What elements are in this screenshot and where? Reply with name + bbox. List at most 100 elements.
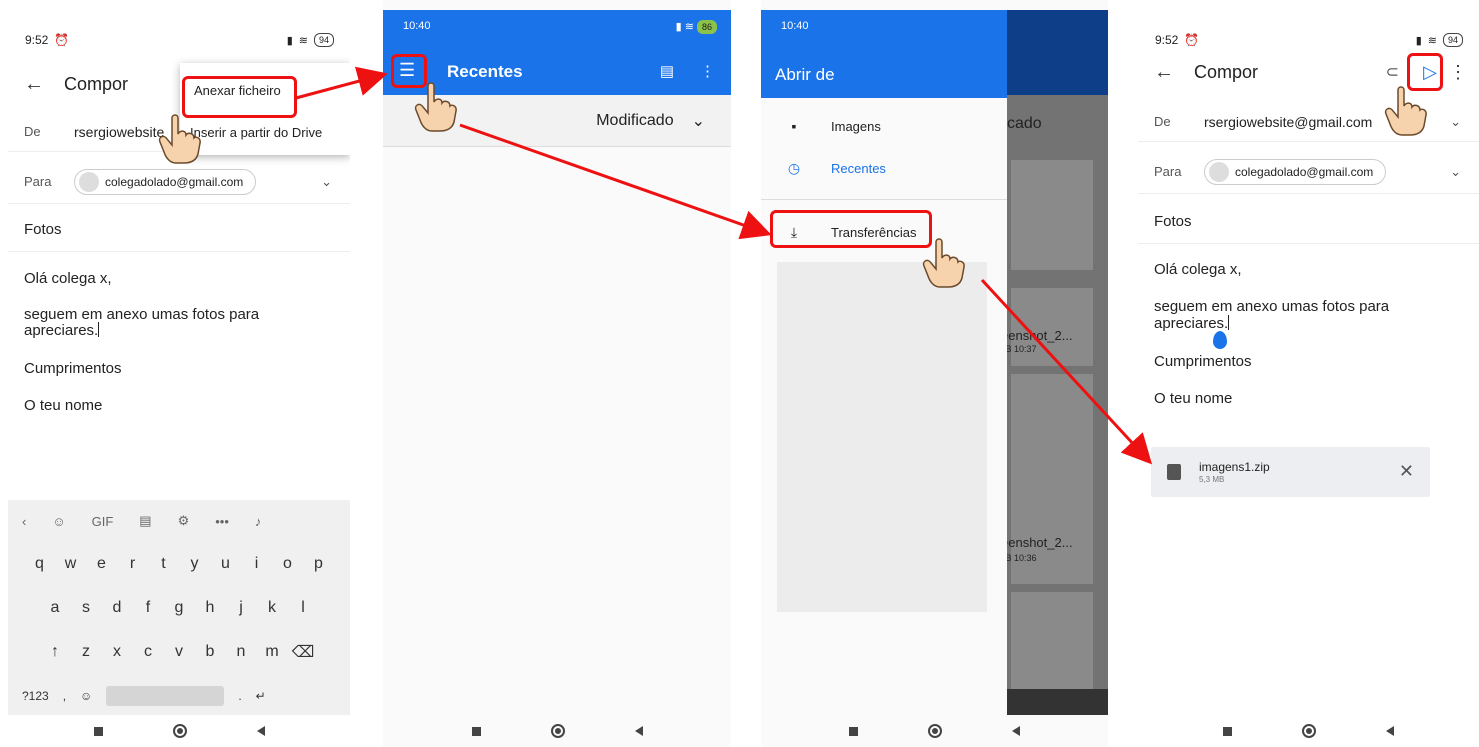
mic-icon[interactable]: ♪: [255, 514, 262, 529]
appbar-tools: ▤ ⋮: [660, 62, 715, 80]
numeric-key[interactable]: ?123: [22, 689, 49, 703]
drawer-item-recents[interactable]: ◷ Recentes: [761, 148, 1007, 188]
key[interactable]: u: [210, 555, 241, 573]
bg-file-name: eenshot_2...: [1001, 328, 1073, 343]
drawer-title: Abrir de: [775, 65, 835, 84]
pointing-hand-icon: [1384, 86, 1427, 136]
key[interactable]: m: [257, 643, 288, 661]
key[interactable]: r: [117, 555, 148, 573]
key[interactable]: v: [164, 643, 195, 661]
attachment-card[interactable]: imagens1.zip 5,3 MB ✕: [1151, 447, 1430, 497]
from-value[interactable]: rsergiowebsite@gmail.com: [1204, 114, 1372, 130]
cursor-handle[interactable]: [1213, 331, 1227, 349]
back-nav-icon[interactable]: [256, 726, 265, 736]
backspace-icon[interactable]: ⌫: [288, 642, 319, 662]
sort-label[interactable]: Modificado: [596, 112, 673, 130]
key[interactable]: a: [40, 599, 71, 617]
keyboard-row-4: ?123 , ☺ . ↵: [8, 674, 350, 718]
key[interactable]: c: [133, 643, 164, 661]
paperclip-icon[interactable]: ⊂: [1386, 62, 1399, 82]
wifi-icon: ≋: [1427, 34, 1437, 47]
drawer-item-label: Imagens: [831, 118, 881, 134]
attachment-info: imagens1.zip 5,3 MB: [1199, 460, 1270, 484]
body-line-1: seguem em anexo umas fotos para: [24, 306, 260, 323]
body-line-2: apreciares.: [1154, 315, 1463, 332]
clipboard-icon[interactable]: ▤: [139, 513, 151, 529]
recents-nav-icon[interactable]: [471, 726, 481, 736]
subject-row[interactable]: Fotos: [1138, 200, 1479, 244]
recents-nav-icon[interactable]: [849, 726, 858, 736]
key[interactable]: n: [226, 643, 257, 661]
to-row: Para colegadolado@gmail.com ⌄: [1138, 150, 1479, 194]
key[interactable]: j: [226, 599, 257, 617]
bg-file-card: [1011, 160, 1093, 270]
home-nav-icon[interactable]: [928, 724, 942, 738]
home-nav-icon[interactable]: [550, 724, 565, 738]
from-value[interactable]: rsergiowebsite: [74, 124, 164, 140]
alarm-icon: ⏰: [1184, 33, 1200, 47]
key[interactable]: f: [133, 599, 164, 617]
menu-item-insert-drive[interactable]: Inserir a partir do Drive: [190, 125, 322, 140]
key[interactable]: o: [272, 555, 303, 573]
key[interactable]: e: [86, 555, 117, 573]
recipient-chip[interactable]: colegadolado@gmail.com: [1204, 158, 1387, 185]
key[interactable]: t: [148, 555, 179, 573]
enter-icon[interactable]: ↵: [256, 689, 266, 703]
key[interactable]: i: [241, 555, 272, 573]
key[interactable]: w: [55, 555, 86, 573]
recents-nav-icon[interactable]: [1223, 726, 1232, 736]
home-nav-icon[interactable]: [1302, 724, 1316, 738]
comma-key[interactable]: ,: [63, 689, 66, 703]
back-nav-icon[interactable]: [634, 726, 643, 736]
drawer-item-images[interactable]: ▪ Imagens: [761, 106, 1007, 146]
keyboard-toolbar: ‹ ☺ GIF ▤ ⚙ ••• ♪: [8, 500, 350, 542]
key[interactable]: k: [257, 599, 288, 617]
key[interactable]: x: [102, 643, 133, 661]
home-nav-icon[interactable]: [172, 724, 187, 738]
back-arrow-icon[interactable]: ←: [24, 73, 44, 96]
signal-icon: ▮: [286, 34, 293, 47]
body-line-2-text: apreciares.: [24, 322, 99, 339]
key[interactable]: y: [179, 555, 210, 573]
body-signature: O teu nome: [24, 397, 103, 414]
status-time: 9:52: [1155, 33, 1179, 47]
avatar: [79, 171, 99, 192]
subject-text: Fotos: [24, 221, 62, 238]
period-key[interactable]: .: [238, 689, 241, 703]
key[interactable]: b: [195, 643, 226, 661]
shift-icon[interactable]: ↑: [40, 643, 71, 661]
more-vert-icon[interactable]: ⋮: [700, 62, 715, 80]
close-icon[interactable]: ✕: [1399, 461, 1414, 482]
keyboard-row-2: asdfghjkl: [8, 586, 350, 630]
gear-icon[interactable]: ⚙: [178, 513, 190, 529]
recents-nav-icon[interactable]: [93, 726, 103, 736]
more-vert-icon[interactable]: ⋮: [1449, 62, 1467, 83]
chevron-down-icon[interactable]: ⌄: [1450, 114, 1461, 130]
list-view-icon[interactable]: ▤: [660, 62, 674, 80]
key[interactable]: d: [102, 599, 133, 617]
space-bar[interactable]: [106, 686, 225, 706]
gif-button[interactable]: GIF: [92, 514, 114, 529]
bg-file-card: [1011, 592, 1093, 692]
key[interactable]: s: [71, 599, 102, 617]
chevron-down-icon[interactable]: ⌄: [692, 111, 705, 131]
key[interactable]: g: [164, 599, 195, 617]
battery-indicator: 86: [696, 20, 717, 34]
back-nav-icon[interactable]: [1386, 726, 1394, 736]
collapse-icon[interactable]: ‹: [22, 514, 26, 529]
key[interactable]: p: [303, 555, 334, 573]
key[interactable]: l: [288, 599, 319, 617]
back-arrow-icon[interactable]: ←: [1154, 61, 1174, 84]
more-button[interactable]: •••: [215, 514, 229, 529]
recipient-chip[interactable]: colegadolado@gmail.com: [74, 168, 257, 195]
sticker-icon[interactable]: ☺: [52, 514, 65, 529]
chevron-down-icon[interactable]: ⌄: [1450, 164, 1461, 180]
key[interactable]: q: [24, 555, 55, 573]
key[interactable]: h: [195, 599, 226, 617]
status-bar: 9:52 ⏰ ▮ ≋ 94: [25, 30, 334, 50]
back-nav-icon[interactable]: [1012, 726, 1020, 736]
chevron-down-icon[interactable]: ⌄: [321, 174, 332, 190]
subject-row[interactable]: Fotos: [8, 208, 350, 252]
key[interactable]: z: [71, 643, 102, 661]
emoji-icon[interactable]: ☺: [80, 689, 92, 703]
